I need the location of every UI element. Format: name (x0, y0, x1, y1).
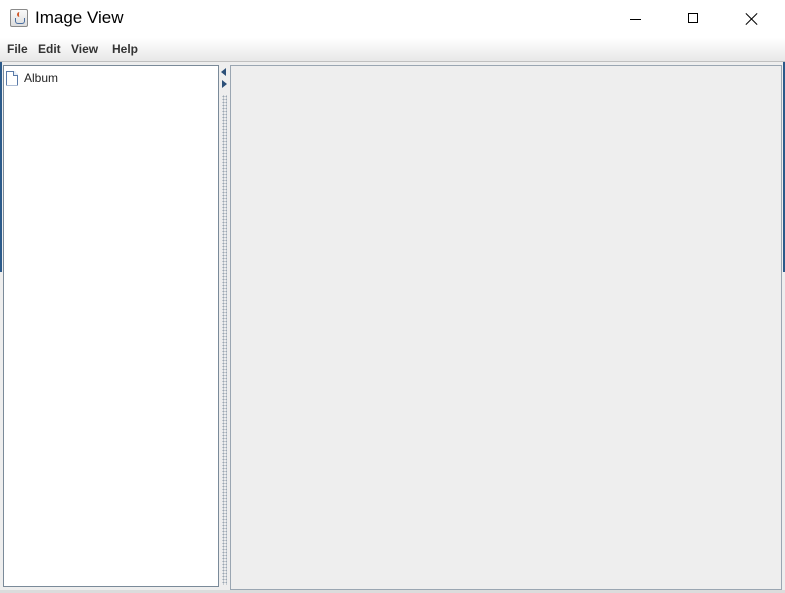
split-pane-divider[interactable] (219, 65, 229, 588)
maximize-button[interactable] (664, 0, 722, 38)
arrow-right-icon[interactable] (222, 80, 227, 88)
java-cup-icon[interactable] (10, 9, 28, 27)
title-bar[interactable]: Image View (0, 0, 785, 38)
tree-node-album[interactable]: Album (6, 69, 58, 87)
window-edge-left (0, 62, 2, 272)
menu-help[interactable]: Help (112, 41, 138, 57)
document-icon (6, 70, 18, 86)
menu-file[interactable]: File (7, 41, 28, 57)
image-view-panel (230, 65, 782, 590)
tree-node-label: Album (24, 71, 59, 85)
window-title: Image View (35, 8, 124, 27)
close-icon (745, 12, 759, 26)
menu-bar: File Edit View Help (0, 38, 785, 62)
divider-grip (222, 95, 227, 585)
app-window: Image View File Edit View Help Album (0, 0, 785, 593)
close-button[interactable] (722, 0, 780, 38)
menu-view[interactable]: View (71, 41, 98, 57)
java-steam (17, 12, 22, 17)
maximize-icon (688, 13, 698, 23)
menu-edit[interactable]: Edit (38, 41, 61, 57)
java-cup (15, 18, 25, 24)
arrow-left-icon[interactable] (221, 68, 226, 76)
minimize-button[interactable] (606, 0, 664, 38)
album-tree[interactable]: Album (3, 65, 219, 587)
minimize-icon (630, 19, 641, 20)
